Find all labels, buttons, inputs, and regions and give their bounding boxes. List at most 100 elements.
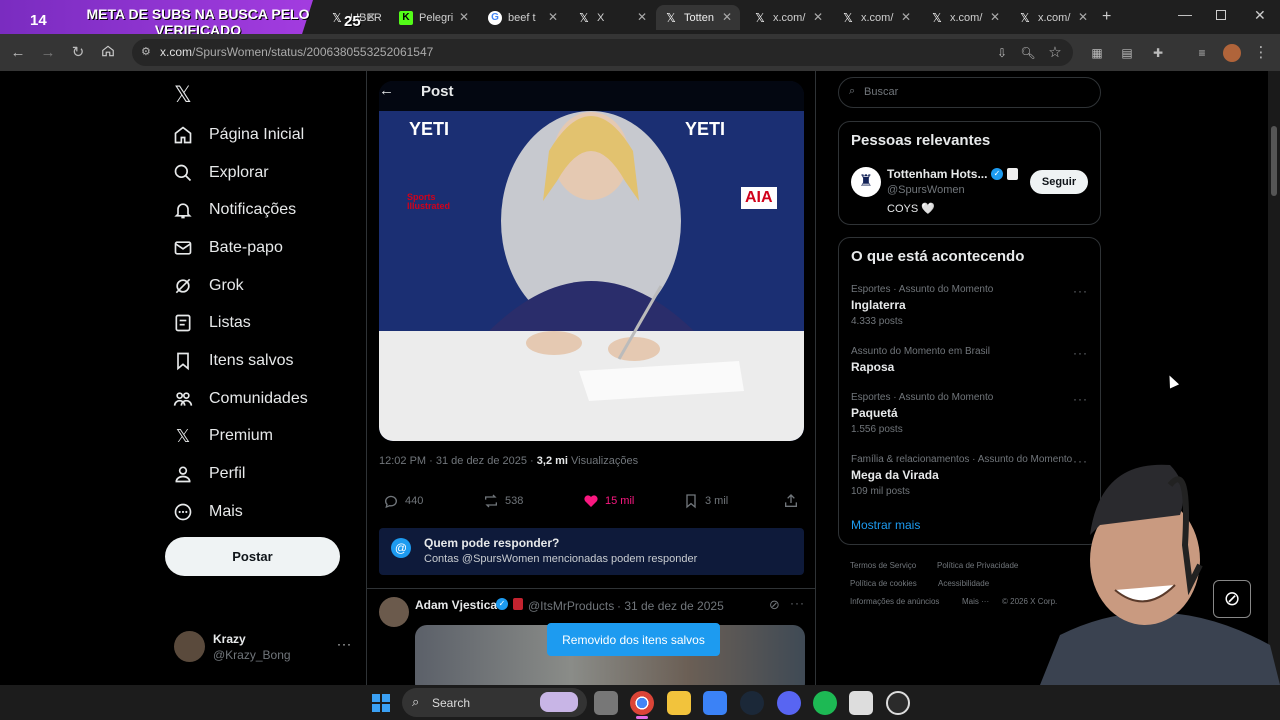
task-view-icon[interactable] bbox=[594, 691, 618, 715]
steam-icon[interactable] bbox=[740, 691, 764, 715]
nav-premium[interactable]: 𝕏 Premium bbox=[173, 421, 273, 451]
close-icon[interactable]: ✕ bbox=[813, 10, 823, 24]
discord-icon[interactable] bbox=[777, 691, 801, 715]
close-icon[interactable]: ✕ bbox=[1078, 10, 1088, 24]
close-icon[interactable]: ✕ bbox=[637, 10, 647, 24]
trend-category: Esportes · Assunto do Momento bbox=[851, 284, 994, 295]
footer-link[interactable]: Política de cookies bbox=[850, 579, 917, 588]
more-icon[interactable]: ··· bbox=[790, 596, 805, 610]
footer-link[interactable]: Informações de anúncios bbox=[850, 597, 939, 606]
bookmark-button[interactable]: 3 mil bbox=[683, 493, 728, 509]
nav-communities[interactable]: Comunidades bbox=[173, 384, 308, 414]
repost-button[interactable]: 538 bbox=[483, 493, 523, 509]
nav-label: Bate-papo bbox=[209, 239, 283, 256]
search-icon: ⌕ bbox=[412, 694, 420, 709]
close-icon[interactable]: ✕ bbox=[722, 10, 732, 24]
close-icon[interactable]: ✕ bbox=[990, 10, 1000, 24]
more-icon[interactable]: ··· bbox=[337, 637, 352, 651]
browser-tab[interactable]: G beef t ✕ bbox=[480, 5, 566, 30]
close-icon[interactable]: ✕ bbox=[901, 10, 911, 24]
search-placeholder: Buscar bbox=[864, 86, 899, 98]
browser-tab[interactable]: 𝕏 x.com/ ✕ bbox=[833, 5, 919, 30]
menu-icon[interactable]: ⋮ bbox=[1252, 44, 1270, 62]
restore-button[interactable] bbox=[1216, 10, 1226, 20]
list-icon bbox=[175, 314, 191, 332]
more-icon[interactable]: ··· bbox=[1073, 392, 1088, 406]
extension-icon[interactable]: ▦ bbox=[1088, 44, 1106, 62]
browser-tab[interactable]: 𝕏 x.com/ ✕ bbox=[922, 5, 1008, 30]
footer-link[interactable]: Termos de Serviço bbox=[850, 561, 916, 570]
x-logo-icon[interactable]: 𝕏 bbox=[174, 82, 192, 108]
like-button[interactable]: 15 mil bbox=[583, 493, 634, 509]
close-icon[interactable]: ✕ bbox=[548, 10, 558, 24]
new-tab-button[interactable]: + bbox=[1102, 8, 1111, 26]
reload-button[interactable]: ↻ bbox=[69, 44, 87, 62]
more-icon[interactable]: ··· bbox=[1073, 284, 1088, 298]
zoom-icon[interactable]: 🔍︎ bbox=[1019, 44, 1037, 62]
site-info-icon[interactable]: ⚙ bbox=[141, 45, 151, 58]
nav-grok[interactable]: Grok bbox=[173, 271, 244, 301]
nav-profile[interactable]: Perfil bbox=[173, 459, 245, 489]
tab-label: x.com/ bbox=[773, 11, 806, 24]
account-switcher[interactable]: Krazy @Krazy_Bong ··· bbox=[174, 630, 354, 664]
nav-home[interactable]: Página Inicial bbox=[173, 120, 304, 150]
grok-icon[interactable]: ⊘ bbox=[769, 597, 780, 613]
card-title: O que está acontecendo bbox=[851, 248, 1025, 265]
obs-icon[interactable] bbox=[886, 691, 910, 715]
close-window-button[interactable]: ✕ bbox=[1254, 7, 1266, 24]
browser-tab[interactable]: 𝕏 x.com/ ✕ bbox=[1010, 5, 1096, 30]
avatar[interactable]: ♜ bbox=[851, 167, 881, 197]
share-button[interactable] bbox=[783, 493, 805, 509]
browser-tab[interactable]: 𝕏 X ✕ bbox=[569, 5, 655, 30]
nav-lists[interactable]: Listas bbox=[173, 308, 251, 338]
nav-more[interactable]: Mais bbox=[173, 497, 243, 527]
browser-tab[interactable]: 𝕏 x.com/ ✕ bbox=[745, 5, 831, 30]
footer-link[interactable]: Acessibilidade bbox=[938, 579, 989, 588]
url-field[interactable]: ⚙ x.com/SpursWomen/status/20063805532520… bbox=[132, 39, 1073, 66]
scrollbar-thumb[interactable] bbox=[1271, 126, 1277, 196]
post-button[interactable]: Postar bbox=[165, 537, 340, 576]
forward-button[interactable]: → bbox=[39, 44, 57, 62]
follow-button[interactable]: Seguir bbox=[1030, 170, 1088, 194]
close-icon[interactable]: ✕ bbox=[366, 10, 376, 24]
footer-link[interactable]: Política de Privacidade bbox=[937, 561, 1018, 570]
show-more-link[interactable]: Mostrar mais bbox=[851, 518, 920, 532]
footer-link[interactable]: Mais ··· bbox=[962, 597, 989, 606]
file-explorer-icon[interactable] bbox=[667, 691, 691, 715]
trend-item[interactable]: Esportes · Assunto do Momento Paquetá 1.… bbox=[839, 390, 1100, 438]
verified-badge-icon: ✓ bbox=[991, 168, 1003, 180]
extension-icon[interactable]: ▤ bbox=[1118, 44, 1136, 62]
minimize-button[interactable]: — bbox=[1178, 6, 1192, 22]
browser-tab-active[interactable]: 𝕏 Totten ✕ bbox=[656, 5, 740, 30]
grok-overlay-icon[interactable]: ⊘ bbox=[1213, 580, 1251, 618]
back-arrow-icon[interactable]: ← bbox=[379, 82, 394, 99]
profile-avatar[interactable] bbox=[1223, 44, 1241, 62]
search-input[interactable]: ⌕ Buscar bbox=[838, 77, 1101, 108]
trend-item[interactable]: Assunto do Momento em Brasil Raposa ··· bbox=[839, 344, 1100, 380]
browser-tab[interactable]: K Pelegri ✕ bbox=[391, 5, 477, 30]
star-icon[interactable]: ☆ bbox=[1046, 44, 1064, 62]
x-icon: 𝕏 bbox=[755, 10, 765, 25]
media-control-icon[interactable]: ≡ bbox=[1193, 44, 1211, 62]
extensions-puzzle-icon[interactable]: ✚ bbox=[1149, 44, 1167, 62]
windows-start-icon[interactable] bbox=[369, 691, 393, 715]
store-icon[interactable] bbox=[703, 691, 727, 715]
nav-explore[interactable]: Explorar bbox=[173, 158, 269, 188]
affiliate-badge-icon bbox=[513, 598, 523, 610]
nav-messages[interactable]: Bate-papo bbox=[173, 233, 283, 263]
relevant-name[interactable]: Tottenham Hots... bbox=[887, 167, 987, 181]
home-button[interactable] bbox=[99, 44, 117, 62]
nav-notifications[interactable]: Notificações bbox=[173, 195, 296, 225]
nav-bookmarks[interactable]: Itens salvos bbox=[173, 346, 293, 376]
post-image[interactable]: YETI YETI AIA Sports Illustrated bbox=[379, 81, 804, 441]
spotify-icon[interactable] bbox=[813, 691, 837, 715]
chrome-icon[interactable] bbox=[630, 691, 654, 715]
trend-item[interactable]: Esportes · Assunto do Momento Inglaterra… bbox=[839, 282, 1100, 330]
close-icon[interactable]: ✕ bbox=[459, 10, 469, 24]
more-icon[interactable]: ··· bbox=[1073, 346, 1088, 360]
taskbar-search-input[interactable]: ⌕ Search bbox=[402, 688, 587, 717]
back-button[interactable]: ← bbox=[9, 44, 27, 62]
reply-button[interactable]: 440 bbox=[383, 493, 423, 509]
install-icon[interactable]: ⇩ bbox=[993, 44, 1011, 62]
app-icon[interactable] bbox=[849, 691, 873, 715]
